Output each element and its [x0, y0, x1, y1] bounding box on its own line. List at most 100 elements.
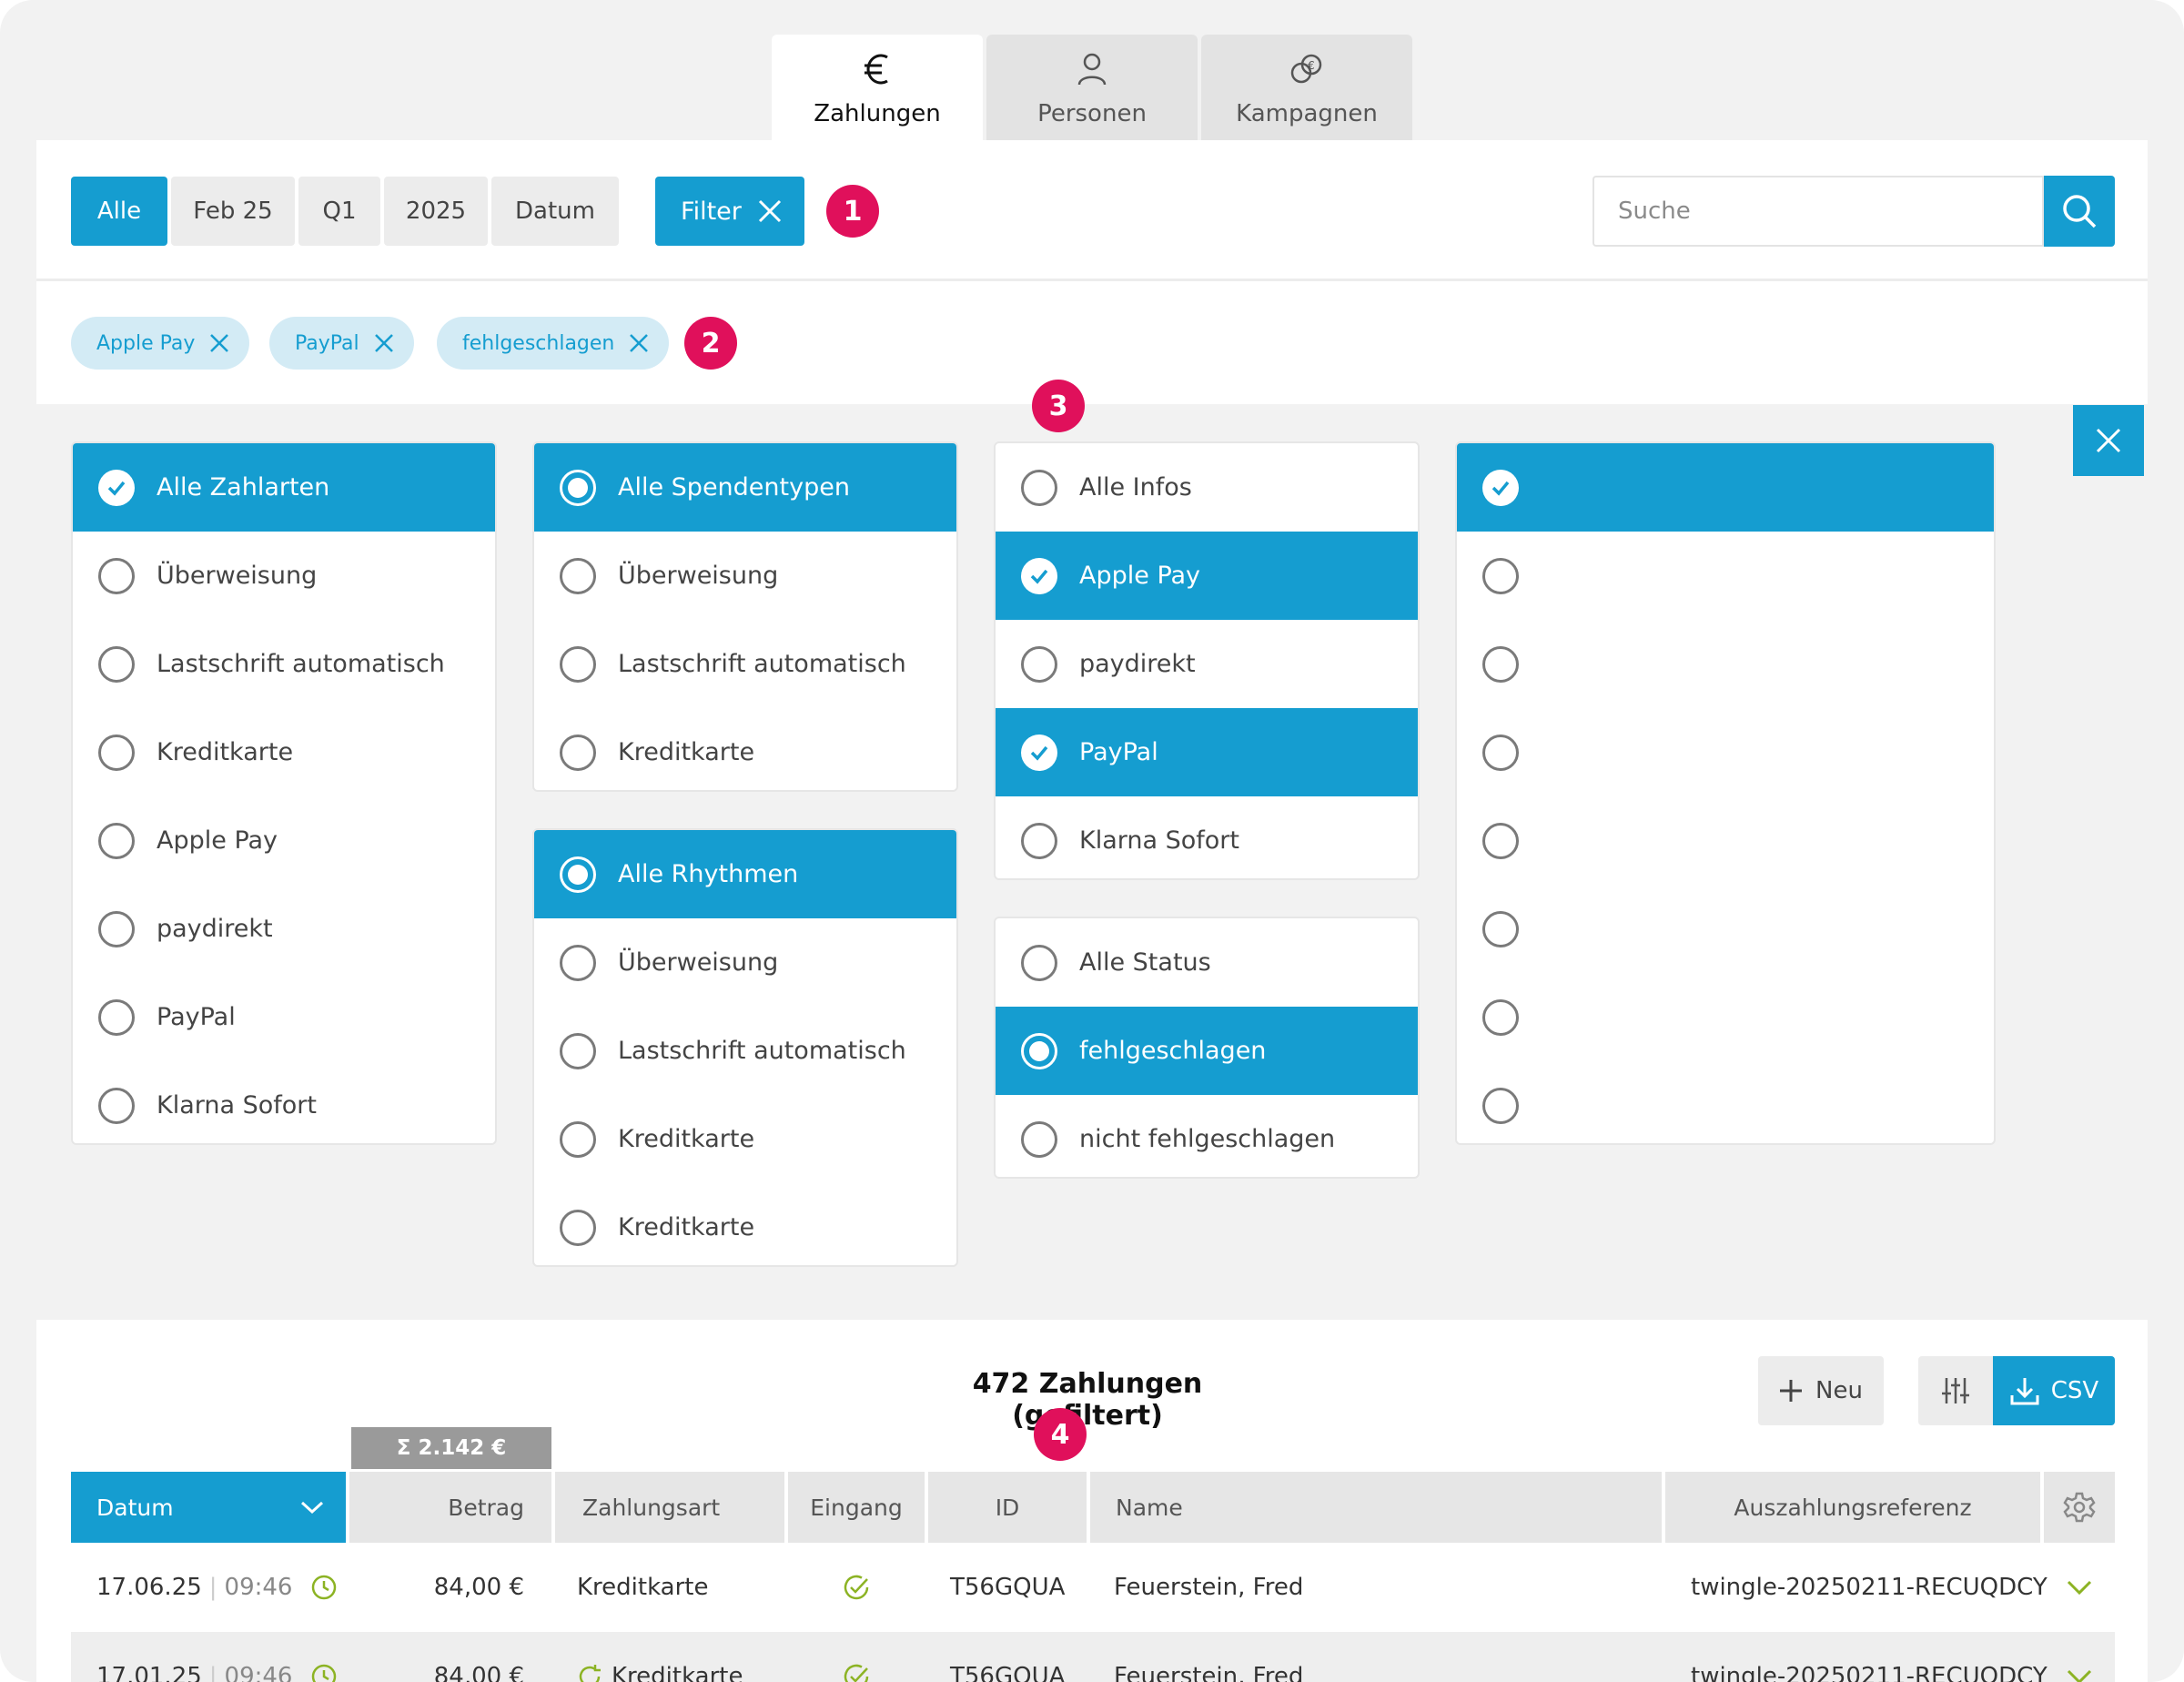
column-header-eingang[interactable]: Eingang	[788, 1472, 925, 1543]
person-icon	[986, 51, 1198, 87]
option-alle-spendenszwecke[interactable]	[1457, 443, 1994, 532]
option[interactable]: fehlgeschlagen	[996, 1007, 1418, 1095]
option[interactable]	[1457, 973, 1994, 1061]
download-icon	[2009, 1375, 2040, 1406]
clock-icon	[310, 1663, 338, 1682]
filter-button[interactable]: Filter	[655, 177, 804, 246]
option[interactable]: Kreditkarte	[534, 1095, 956, 1183]
range-q1-button[interactable]: Q1	[298, 177, 380, 246]
option[interactable]: Kreditkarte	[534, 708, 956, 790]
option[interactable]: paydirekt	[996, 620, 1418, 708]
tab-label: Personen	[1037, 100, 1147, 127]
row-name: Feuerstein, Fred	[1114, 1663, 1304, 1682]
option[interactable]: PayPal	[73, 973, 495, 1061]
option[interactable]: nicht fehlgeschlagen	[996, 1095, 1418, 1177]
option[interactable]	[1457, 620, 1994, 708]
filter-card-infos: Alle Infos Apple Pay paydirekt PayPal Kl…	[994, 441, 1420, 880]
received-check-icon	[788, 1632, 925, 1682]
column-header-datum[interactable]: Datum	[71, 1472, 346, 1543]
search-button[interactable]	[2044, 176, 2115, 247]
option[interactable]: Kreditkarte	[73, 708, 495, 796]
option[interactable]: PayPal	[996, 708, 1418, 796]
filter-chip[interactable]: fehlgeschlagen	[437, 317, 670, 370]
euro-icon	[772, 51, 983, 87]
radio-selected-icon	[560, 469, 596, 506]
remove-chip-icon[interactable]	[374, 333, 394, 353]
divider	[36, 279, 2148, 281]
option-alle-rhythmen[interactable]: Alle Rhythmen	[534, 830, 956, 918]
option[interactable]: Lastschrift automatisch	[534, 620, 956, 708]
csv-export-button[interactable]: CSV	[1993, 1356, 2115, 1425]
option[interactable]: Klarna Sofort	[73, 1061, 495, 1143]
option[interactable]: Klarna Sofort	[996, 796, 1418, 878]
option[interactable]	[1457, 708, 1994, 796]
filter-label: Filter	[681, 197, 742, 226]
option[interactable]: Überweisung	[534, 918, 956, 1007]
tab-kampagnen[interactable]: € Kampagnen	[1201, 35, 1412, 140]
filter-chip[interactable]: Apple Pay	[71, 317, 250, 370]
step-badge-3: 3	[1032, 380, 1085, 432]
expand-row-chevron-icon[interactable]	[2044, 1632, 2115, 1682]
column-header-betrag[interactable]: Betrag	[349, 1472, 551, 1543]
option[interactable]	[1457, 885, 1994, 973]
range-2025-button[interactable]: 2025	[384, 177, 488, 246]
new-button[interactable]: Neu	[1758, 1356, 1884, 1425]
column-header-name[interactable]: Name	[1090, 1472, 1662, 1543]
filter-card-spendentypen: Alle Spendentypen Überweisung Lastschrif…	[532, 441, 958, 792]
option-label: Apple Pay	[1079, 562, 1201, 590]
radio-icon	[560, 734, 596, 771]
separator: |	[208, 1663, 217, 1682]
option[interactable]: Überweisung	[73, 532, 495, 620]
row-id: T56GQUA	[950, 1574, 1066, 1601]
option-alle-zahlarten[interactable]: Alle Zahlarten	[73, 443, 495, 532]
column-header-auszahlungsreferenz[interactable]: Auszahlungsreferenz	[1665, 1472, 2040, 1543]
column-header-zahlungsart[interactable]: Zahlungsart	[555, 1472, 784, 1543]
filter-chip[interactable]: PayPal	[269, 317, 414, 370]
option[interactable]: Überweisung	[534, 532, 956, 620]
option[interactable]: Kreditkarte	[534, 1183, 956, 1265]
option[interactable]: Apple Pay	[73, 796, 495, 885]
option-alle-infos[interactable]: Alle Infos	[996, 443, 1418, 532]
option[interactable]: Lastschrift automatisch	[534, 1007, 956, 1095]
chip-label: fehlgeschlagen	[462, 331, 615, 355]
option[interactable]: Lastschrift automatisch	[73, 620, 495, 708]
close-filter-button[interactable]	[2073, 405, 2144, 476]
radio-icon	[98, 910, 135, 947]
sum-badge: Σ 2.142 €	[351, 1427, 551, 1469]
expand-row-chevron-icon[interactable]	[2044, 1543, 2115, 1632]
option[interactable]: Apple Pay	[996, 532, 1418, 620]
option-label: Überweisung	[618, 562, 779, 590]
range-datum-button[interactable]: Datum	[491, 177, 619, 246]
tab-personen[interactable]: Personen	[986, 35, 1198, 140]
radio-icon	[1482, 910, 1519, 947]
option-alle-status[interactable]: Alle Status	[996, 918, 1418, 1007]
check-icon	[1482, 469, 1519, 506]
option-label: Kreditkarte	[618, 738, 755, 766]
table-settings-button[interactable]	[2044, 1472, 2115, 1543]
option[interactable]	[1457, 532, 1994, 620]
option-label: fehlgeschlagen	[1079, 1037, 1267, 1065]
option[interactable]	[1457, 796, 1994, 885]
range-feb25-button[interactable]: Feb 25	[171, 177, 295, 246]
option[interactable]	[1457, 1061, 1994, 1143]
table-row[interactable]: 17.06.25 | 09:46 84,00 € Kreditkarte T56…	[71, 1543, 2115, 1632]
close-icon	[758, 199, 782, 223]
radio-icon	[1021, 645, 1057, 683]
row-id: T56GQUA	[950, 1663, 1066, 1682]
table-row[interactable]: 17.01.25 | 09:46 84,00 € Kreditkarte T56…	[71, 1632, 2115, 1682]
option-label: Alle Zahlarten	[157, 473, 330, 502]
column-label: Datum	[96, 1494, 174, 1521]
option-label: paydirekt	[1079, 650, 1196, 678]
search-input[interactable]: Suche	[1592, 176, 2044, 247]
remove-chip-icon[interactable]	[629, 333, 649, 353]
range-alle-button[interactable]: Alle	[71, 177, 167, 246]
option-label: Alle Rhythmen	[618, 860, 799, 888]
column-header-id[interactable]: ID	[928, 1472, 1087, 1543]
option[interactable]: paydirekt	[73, 885, 495, 973]
column-settings-button[interactable]	[1918, 1356, 1993, 1425]
search-icon	[2061, 193, 2098, 229]
remove-chip-icon[interactable]	[209, 333, 229, 353]
radio-icon	[1021, 944, 1057, 981]
option-alle-spendentypen[interactable]: Alle Spendentypen	[534, 443, 956, 532]
tab-zahlungen[interactable]: Zahlungen	[772, 35, 983, 140]
